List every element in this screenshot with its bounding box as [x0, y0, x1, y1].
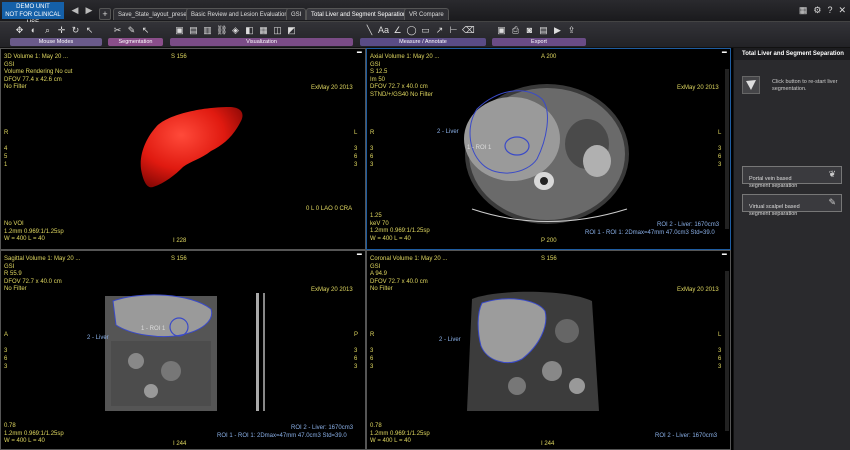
- viewport-3d[interactable]: ▪▪▪▪ 3D Volume 1: May 20 ... GSI Volume …: [0, 48, 366, 250]
- roi-1-stats: ROI 1 - ROI 1: 2Dmax=47mm 47.0cm3 Std=39…: [585, 230, 715, 236]
- top-tab-bar: DEMO UNIT NOT FOR CLINICAL USE ◀ ▶ + Sav…: [0, 0, 850, 26]
- arrow-icon[interactable]: ↗: [434, 24, 445, 37]
- liver-roi-label: 2 - Liver: [437, 129, 459, 135]
- tab-vr-compare[interactable]: VR Compare: [404, 8, 449, 20]
- liver-shape-icon: [746, 80, 756, 90]
- vessel-tree-icon: ❦: [828, 169, 836, 179]
- sagittal-ct-image: [105, 293, 265, 411]
- print-icon[interactable]: ⎙: [510, 24, 521, 37]
- rotate-icon[interactable]: ↻: [70, 24, 81, 37]
- viewport-axial-footer-info: 1.25 keV 70 1.2mm 0.969:1/1.25sp W = 400…: [370, 213, 430, 242]
- viewport-3d-angle: 0 L 0 LAO 0 CRA: [306, 206, 353, 212]
- rect-icon[interactable]: ▭: [420, 24, 431, 37]
- scalpel-icon: ✎: [828, 197, 836, 207]
- tab-total-liver[interactable]: Total Liver and Segment Separation: [306, 8, 412, 20]
- camera-icon[interactable]: ◙: [524, 24, 535, 37]
- panel-title: Total Liver and Segment Separation: [734, 48, 850, 60]
- liver-volume-rendering: [140, 107, 243, 188]
- roi-1-stats: ROI 1 - ROI 1: 2Dmax=47mm 47.0cm3 Std=39…: [217, 433, 347, 439]
- forward-arrow-icon[interactable]: ▶: [84, 5, 94, 15]
- cursor-icon[interactable]: ↖: [140, 24, 151, 37]
- volume-icon[interactable]: ◈: [230, 24, 241, 37]
- restart-segmentation-button[interactable]: [742, 76, 760, 94]
- viewport-sagittal-footer-info: 0.78 1.2mm 0.969:1/1.25sp W = 400 L = 40: [4, 423, 64, 444]
- segmentation-group: ✂ ✎ ↖ Segmentation: [108, 24, 163, 46]
- angle-icon[interactable]: ∠: [392, 24, 403, 37]
- segmentation-side-panel: Total Liver and Segment Separation Click…: [733, 48, 850, 450]
- help-icon[interactable]: ?: [827, 5, 832, 17]
- visualization-group: ▣ ▤ ▥ ⛓ ◈ ◧ ▦ ◫ ◩ Visualization: [170, 24, 353, 46]
- roi-2-stats: ROI 2 - Liver: 1670cm3: [655, 433, 718, 439]
- viewport-coronal-footer-info: 0.78 1.2mm 0.969:1/1.25sp W = 400 L = 40: [370, 423, 430, 444]
- scissors-icon[interactable]: ✂: [112, 24, 123, 37]
- tab-save-state[interactable]: Save_State_layout_preset: [113, 8, 194, 20]
- coronal-ct-image: [467, 291, 599, 411]
- reformat-icon[interactable]: ◫: [272, 24, 283, 37]
- slab-icon[interactable]: ▦: [258, 24, 269, 37]
- layout-1-icon[interactable]: ▤: [188, 24, 199, 37]
- restart-instructions: Click button to re-start liver segmentat…: [772, 79, 838, 92]
- pointer-icon[interactable]: ↖: [84, 24, 95, 37]
- segmentation-label: Segmentation: [108, 38, 163, 46]
- liver-roi-label: 2 - Liver: [87, 335, 109, 341]
- viewport-3d-footer-info: No VOI 1.2mm 0.969:1/1.25sp W = 400 L = …: [4, 221, 64, 242]
- export-group: ▣ ⎙ ◙ ▤ ▶ ⇪ Export: [492, 24, 586, 46]
- roi-1-label: 1 - ROI 1: [467, 145, 492, 151]
- liver-roi-label: 2 - Liver: [439, 337, 461, 343]
- virtual-scalpel-label: Virtual scalpel based segment separation: [749, 204, 800, 217]
- layout-2-icon[interactable]: ▥: [202, 24, 213, 37]
- virtual-scalpel-segment-button[interactable]: Virtual scalpel based segment separation…: [742, 194, 842, 217]
- export-label: Export: [492, 38, 586, 46]
- measure-annotate-label: Measure / Annotate: [360, 38, 486, 46]
- viewport-3d-bottom-orientation: I 228: [173, 238, 187, 244]
- viewport-sagittal-bottom-orientation: I 244: [173, 441, 187, 447]
- roi-2-stats: ROI 2 - Liver: 1670cm3: [291, 425, 354, 431]
- eraser-icon[interactable]: ⌫: [462, 24, 475, 37]
- display-icon[interactable]: ▣: [174, 24, 185, 37]
- new-tab-button[interactable]: +: [99, 8, 111, 20]
- move-icon[interactable]: ✥: [14, 24, 25, 37]
- save-icon[interactable]: ▣: [496, 24, 507, 37]
- viewport-coronal-bottom-orientation: I 244: [541, 441, 555, 447]
- tab-gsi[interactable]: GSI: [286, 8, 307, 20]
- demo-badge: DEMO UNIT NOT FOR CLINICAL USE: [2, 2, 64, 26]
- link-icon[interactable]: ⛓: [216, 24, 227, 37]
- line-icon[interactable]: ╲: [364, 24, 375, 37]
- visualization-label: Visualization: [170, 38, 353, 46]
- close-icon[interactable]: ✕: [838, 5, 846, 17]
- portal-vein-label: Portal vein based segment separation: [749, 176, 798, 189]
- portal-vein-segment-button[interactable]: Portal vein based segment separation ❦: [742, 166, 842, 189]
- window-controls: ▦ ⚙ ? ✕: [799, 5, 846, 17]
- ellipse-icon[interactable]: ◯: [406, 24, 417, 37]
- roi-2-stats: ROI 2 - Liver: 1670cm3: [657, 222, 720, 228]
- layout-icon[interactable]: ▦: [799, 5, 808, 17]
- cube-icon[interactable]: ◧: [244, 24, 255, 37]
- mouse-modes-label: Mouse Modes: [10, 38, 102, 46]
- film-icon[interactable]: ▤: [538, 24, 549, 37]
- viewport-coronal-scrollbar[interactable]: [725, 271, 729, 431]
- viewport-axial-scrollbar[interactable]: [725, 69, 729, 229]
- movie-icon[interactable]: ▶: [552, 24, 563, 37]
- tab-basic-review[interactable]: Basic Review and Lesion Evaluation: [186, 8, 293, 20]
- settings-icon[interactable]: ⚙: [813, 5, 821, 17]
- viewport-axial[interactable]: ▪▪▪▪ Axial Volume 1: May 20 ... GSI S 12…: [366, 48, 731, 250]
- text-icon[interactable]: Aa: [378, 24, 389, 37]
- measure-annotate-group: ╲ Aa ∠ ◯ ▭ ↗ ⊢ ⌫ Measure / Annotate: [360, 24, 486, 46]
- viewport-coronal[interactable]: ▪▪▪▪ Coronal Volume 1: May 20 ... GSI A …: [366, 250, 731, 450]
- export-icon[interactable]: ⇪: [566, 24, 577, 37]
- main-toolbar: ✥ ◐ ⌕ ✛ ↻ ↖ Mouse Modes ✂ ✎ ↖ Segmentati…: [0, 22, 850, 48]
- segment-icon[interactable]: ✎: [126, 24, 137, 37]
- back-arrow-icon[interactable]: ◀: [70, 5, 80, 15]
- overlay-icon[interactable]: ◩: [286, 24, 297, 37]
- mouse-modes-group: ✥ ◐ ⌕ ✛ ↻ ↖ Mouse Modes: [10, 24, 102, 46]
- viewport-axial-bottom-orientation: P 200: [541, 238, 557, 244]
- zoom-icon[interactable]: ⌕: [42, 24, 53, 37]
- window-level-icon[interactable]: ◐: [28, 24, 39, 37]
- pan-icon[interactable]: ✛: [56, 24, 67, 37]
- viewport-sagittal[interactable]: ▪▪▪▪ Sagittal Volume 1: May 20 ... GSI R…: [0, 250, 366, 450]
- roi-1-label: 1 - ROI 1: [141, 326, 166, 332]
- ruler-icon[interactable]: ⊢: [448, 24, 459, 37]
